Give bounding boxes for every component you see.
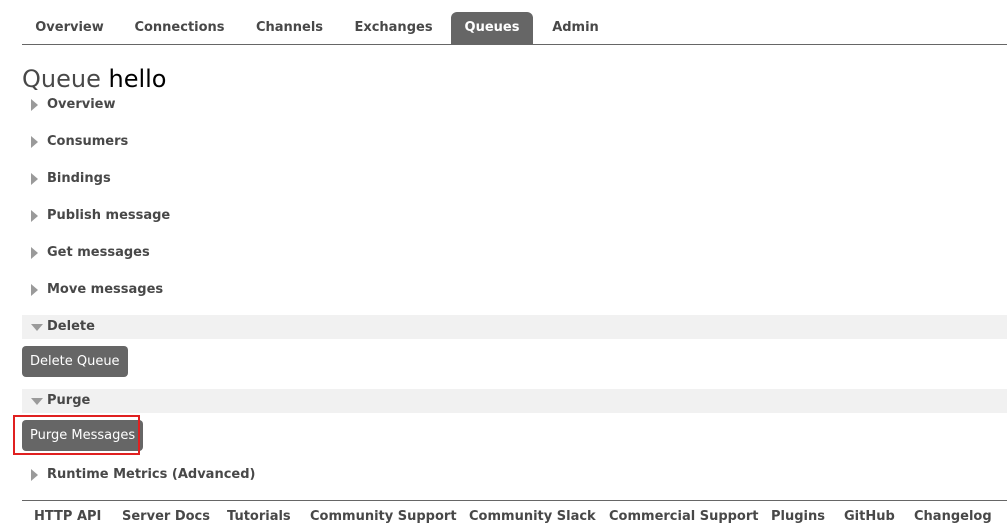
section-purge-label: Purge <box>47 393 91 408</box>
triangle-right-icon <box>31 167 43 191</box>
tab-overview[interactable]: Overview <box>22 12 117 44</box>
footer-link-server-docs[interactable]: Server Docs <box>122 509 210 524</box>
footer: HTTP API Server Docs Tutorials Community… <box>22 500 1007 532</box>
section-consumers[interactable]: Consumers <box>22 130 1007 154</box>
section-purge[interactable]: Purge <box>22 389 1007 413</box>
page-title: Queue hello <box>22 64 166 94</box>
section-move-messages[interactable]: Move messages <box>22 278 1007 302</box>
footer-link-http-api[interactable]: HTTP API <box>34 509 101 524</box>
main-nav-tabs: Overview Connections Channels Exchanges … <box>22 12 1007 45</box>
triangle-right-icon <box>31 278 43 302</box>
section-delete-label: Delete <box>47 319 95 334</box>
tab-exchanges[interactable]: Exchanges <box>344 12 443 44</box>
section-runtime-metrics[interactable]: Runtime Metrics (Advanced) <box>22 463 1007 487</box>
purge-messages-button[interactable]: Purge Messages <box>22 420 144 451</box>
section-publish-message-label: Publish message <box>47 208 171 223</box>
footer-link-github[interactable]: GitHub <box>844 509 895 524</box>
section-publish-message[interactable]: Publish message <box>22 204 1007 228</box>
tab-admin[interactable]: Admin <box>542 12 609 44</box>
section-bindings-label: Bindings <box>47 171 111 186</box>
triangle-right-icon <box>31 204 43 228</box>
section-move-messages-label: Move messages <box>47 282 164 297</box>
triangle-right-icon <box>31 93 43 117</box>
triangle-down-icon <box>31 315 43 339</box>
triangle-down-icon <box>31 389 43 413</box>
footer-link-changelog[interactable]: Changelog <box>914 509 992 524</box>
delete-queue-button[interactable]: Delete Queue <box>22 346 128 377</box>
footer-link-plugins[interactable]: Plugins <box>771 509 825 524</box>
footer-link-community-support[interactable]: Community Support <box>310 509 457 524</box>
section-overview-label: Overview <box>47 97 116 112</box>
footer-link-tutorials[interactable]: Tutorials <box>227 509 291 524</box>
section-bindings[interactable]: Bindings <box>22 167 1007 191</box>
section-delete[interactable]: Delete <box>22 315 1007 339</box>
tab-connections[interactable]: Connections <box>123 12 236 44</box>
triangle-right-icon <box>31 241 43 265</box>
footer-link-community-slack[interactable]: Community Slack <box>469 509 596 524</box>
section-runtime-metrics-label: Runtime Metrics (Advanced) <box>47 467 256 482</box>
section-get-messages-label: Get messages <box>47 245 150 260</box>
tab-queues[interactable]: Queues <box>451 12 533 44</box>
triangle-right-icon <box>31 463 43 487</box>
triangle-right-icon <box>31 130 43 154</box>
section-get-messages[interactable]: Get messages <box>22 241 1007 265</box>
tab-channels[interactable]: Channels <box>245 12 334 44</box>
page-title-prefix: Queue <box>22 65 101 93</box>
section-consumers-label: Consumers <box>47 134 129 149</box>
queue-name: hello <box>108 65 167 93</box>
footer-link-commercial-support[interactable]: Commercial Support <box>609 509 759 524</box>
section-overview[interactable]: Overview <box>22 93 1007 117</box>
